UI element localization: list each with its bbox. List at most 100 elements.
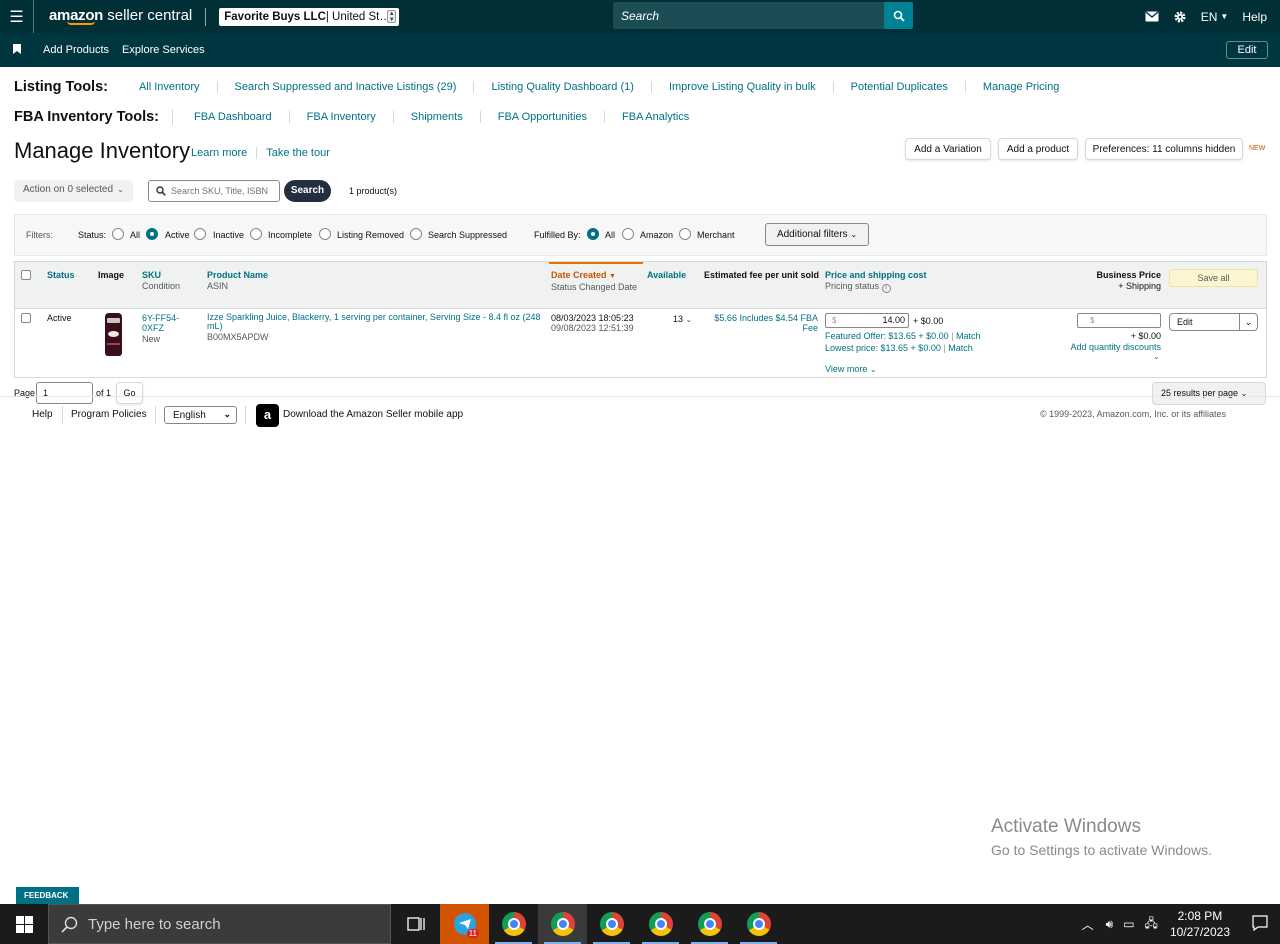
status-suppressed-radio[interactable]	[410, 228, 422, 240]
chevron-down-icon[interactable]: ⌄	[1239, 314, 1257, 330]
col-product-name[interactable]: Product Name ASIN	[207, 270, 268, 292]
match-featured-link[interactable]: Match	[956, 331, 981, 341]
status-incomplete-radio[interactable]	[250, 228, 262, 240]
col-price[interactable]: Price and shipping cost Pricing status i	[825, 270, 927, 293]
chrome-profile-5-icon[interactable]	[685, 904, 734, 944]
footer-language-select[interactable]: English ⌄	[164, 406, 237, 424]
footer-policies-link[interactable]: Program Policies	[71, 409, 147, 420]
fulfilled-amazon-label[interactable]: Amazon	[640, 230, 673, 240]
take-tour-link[interactable]: Take the tour	[266, 147, 339, 159]
menu-icon[interactable]: ☰	[0, 0, 34, 33]
status-removed-label[interactable]: Listing Removed	[337, 230, 404, 240]
edit-nav-button[interactable]: Edit	[1226, 41, 1268, 59]
chevron-down-icon[interactable]: ⌄	[1153, 352, 1160, 362]
go-button[interactable]: Go	[116, 382, 143, 404]
chevron-up-icon[interactable]: ︿	[1082, 916, 1094, 933]
row-product-name[interactable]: Izze Sparkling Juice, Blackerry, 1 servi…	[207, 313, 547, 331]
amazon-app-icon[interactable]: a	[256, 404, 279, 427]
product-image[interactable]	[105, 313, 122, 356]
global-search[interactable]: Search	[613, 2, 913, 29]
add-product-button[interactable]: Add a product	[998, 138, 1078, 160]
col-status[interactable]: Status	[47, 270, 75, 281]
inventory-search-button[interactable]: Search	[284, 180, 331, 202]
status-suppressed-label[interactable]: Search Suppressed	[428, 230, 507, 240]
page-number-input[interactable]: 1	[36, 382, 93, 404]
windows-start-icon[interactable]	[0, 904, 48, 944]
telegram-icon[interactable]: 11	[440, 904, 489, 944]
fulfilled-all-label[interactable]: All	[605, 230, 615, 240]
additional-filters-button[interactable]: Additional filters ⌄	[765, 223, 869, 246]
business-price-input[interactable]: $	[1077, 313, 1161, 328]
feedback-button[interactable]: FEEDBACK ✕	[16, 887, 79, 917]
account-switcher[interactable]: Favorite Buys LLC | United St… ▲ ▼	[219, 7, 400, 26]
status-incomplete-label[interactable]: Incomplete	[268, 230, 312, 240]
task-view-icon[interactable]	[391, 904, 440, 944]
add-variation-button[interactable]: Add a Variation	[905, 138, 991, 160]
col-date-created[interactable]: Date Created ▼ Status Changed Date	[551, 270, 637, 293]
save-all-button[interactable]: Save all	[1169, 269, 1258, 287]
status-all-radio[interactable]	[112, 228, 124, 240]
bulk-action-select[interactable]: Action on 0 selected ⌄	[14, 180, 133, 202]
footer-help-link[interactable]: Help	[32, 409, 53, 420]
view-more-link[interactable]: View more ⌄	[825, 364, 877, 375]
add-quantity-discounts-link[interactable]: Add quantity discounts	[1055, 342, 1161, 352]
fulfilled-all-radio[interactable]	[587, 228, 599, 240]
status-inactive-radio[interactable]	[194, 228, 206, 240]
learn-more-link[interactable]: Learn more	[191, 147, 256, 159]
status-inactive-label[interactable]: Inactive	[213, 230, 244, 240]
volume-icon[interactable]: 🔊︎	[1106, 917, 1114, 932]
row-sku[interactable]: 6Y-FF54- 0XFZ	[142, 313, 179, 333]
price-input[interactable]: $14.00	[825, 313, 909, 328]
manage-pricing-link[interactable]: Manage Pricing	[966, 81, 1076, 93]
preferences-button[interactable]: Preferences: 11 columns hidden	[1085, 138, 1243, 160]
taskbar-search[interactable]: Type here to search	[48, 904, 391, 944]
chrome-profile-1-icon[interactable]	[489, 904, 538, 944]
info-icon[interactable]: i	[881, 284, 891, 293]
all-inventory-link[interactable]: All Inventory	[122, 81, 218, 93]
add-products-link[interactable]: Add Products	[43, 44, 109, 56]
col-available[interactable]: Available	[647, 270, 686, 281]
fulfilled-merchant-radio[interactable]	[679, 228, 691, 240]
fulfilled-merchant-label[interactable]: Merchant	[697, 230, 735, 240]
suppressed-listings-link[interactable]: Search Suppressed and Inactive Listings …	[218, 81, 475, 93]
gear-icon[interactable]	[1173, 10, 1187, 24]
status-active-radio[interactable]	[146, 228, 158, 240]
col-sku[interactable]: SKU Condition	[142, 270, 180, 292]
chrome-profile-6-icon[interactable]	[734, 904, 783, 944]
listing-quality-link[interactable]: Listing Quality Dashboard (1)	[474, 81, 652, 93]
language-selector[interactable]: EN ▼	[1201, 10, 1229, 24]
row-available[interactable]: 13 ⌄	[673, 314, 692, 325]
notifications-icon[interactable]	[1252, 914, 1268, 934]
improve-quality-link[interactable]: Improve Listing Quality in bulk	[652, 81, 834, 93]
network-icon[interactable]: 🖧︎	[1145, 914, 1158, 935]
row-checkbox[interactable]	[21, 313, 31, 323]
global-search-input[interactable]: Search	[621, 9, 659, 23]
potential-duplicates-link[interactable]: Potential Duplicates	[834, 81, 966, 93]
bookmark-icon[interactable]	[13, 43, 21, 57]
results-per-page-select[interactable]: 25 results per page ⌄	[1152, 382, 1266, 405]
clock[interactable]: 2:08 PM 10/27/2023	[1170, 908, 1230, 940]
seller-central-logo[interactable]: amazon seller central	[49, 8, 192, 25]
search-button[interactable]	[884, 2, 913, 29]
mail-icon[interactable]	[1145, 11, 1159, 22]
fba-opportunities-link[interactable]: FBA Opportunities	[481, 111, 606, 123]
fba-inventory-link[interactable]: FBA Inventory	[290, 111, 394, 123]
edit-listing-button[interactable]: Edit ⌄	[1169, 313, 1258, 331]
inventory-search-input[interactable]: Search SKU, Title, ISBN	[148, 180, 280, 202]
footer-app-link[interactable]: Download the Amazon Seller mobile app	[283, 409, 463, 420]
status-removed-radio[interactable]	[319, 228, 331, 240]
status-all-label[interactable]: All	[130, 230, 140, 240]
status-active-label[interactable]: Active	[165, 230, 190, 240]
chrome-profile-2-icon[interactable]	[538, 904, 587, 944]
meet-now-icon[interactable]: ▭	[1123, 917, 1134, 931]
fba-dashboard-link[interactable]: FBA Dashboard	[173, 111, 290, 123]
row-estimated-fee[interactable]: $5.66 Includes $4.54 FBA Fee	[705, 313, 818, 333]
shipments-link[interactable]: Shipments	[394, 111, 481, 123]
select-all-checkbox[interactable]	[21, 270, 31, 280]
chrome-profile-3-icon[interactable]	[587, 904, 636, 944]
match-lowest-link[interactable]: Match	[948, 343, 973, 353]
explore-services-link[interactable]: Explore Services	[122, 44, 205, 56]
help-link[interactable]: Help	[1242, 10, 1267, 24]
chrome-profile-4-icon[interactable]	[636, 904, 685, 944]
fulfilled-amazon-radio[interactable]	[622, 228, 634, 240]
